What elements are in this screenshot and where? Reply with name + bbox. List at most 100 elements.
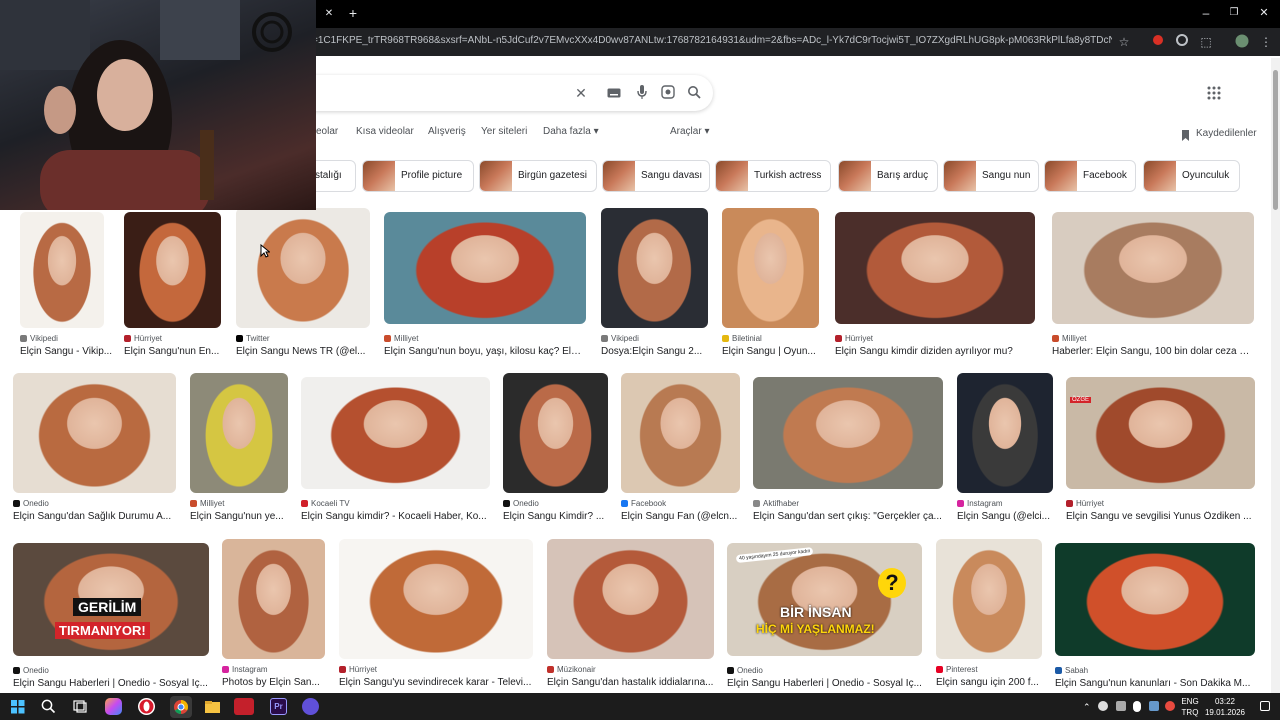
result-source[interactable]: Hürriyet xyxy=(124,334,162,343)
tray-chevron-icon[interactable]: ⌃ xyxy=(1083,702,1091,712)
close-window-icon[interactable]: ✕ xyxy=(1256,5,1272,21)
result-image[interactable] xyxy=(222,539,325,659)
result-source[interactable]: Milliyet xyxy=(1052,334,1086,343)
bookmark-star-icon[interactable]: ☆ xyxy=(1116,34,1132,50)
chip[interactable]: Sangu nun xyxy=(943,160,1039,192)
lang-top[interactable]: ENG xyxy=(1180,697,1200,707)
result-image[interactable] xyxy=(20,212,104,328)
result-image[interactable] xyxy=(601,208,708,328)
result-image[interactable] xyxy=(1055,543,1255,656)
result-source[interactable]: Vikipedi xyxy=(20,334,58,343)
result-title[interactable]: Elçin sangu için 200 f... xyxy=(936,677,1039,688)
copilot-icon[interactable] xyxy=(105,698,122,715)
result-title[interactable]: Elçin Sangu'dan hastalık iddialarına... xyxy=(547,677,713,688)
tab-tools[interactable]: Araçlar ▾ xyxy=(670,126,709,137)
chip[interactable]: Facebook xyxy=(1044,160,1136,192)
file-explorer-icon[interactable] xyxy=(204,698,221,715)
chip[interactable]: Turkish actress xyxy=(715,160,831,192)
result-source[interactable]: Twitter xyxy=(236,334,270,343)
tab-more[interactable]: Daha fazla ▾ xyxy=(543,126,599,137)
result-image[interactable] xyxy=(957,373,1053,493)
result-title[interactable]: Elçin Sangu'nun ye... xyxy=(190,511,284,522)
result-title[interactable]: Elçin Sangu Fan (@elcn... xyxy=(621,511,737,522)
search-taskbar-icon[interactable] xyxy=(40,698,57,715)
result-source[interactable]: Hürriyet xyxy=(1066,499,1104,508)
keyboard-icon[interactable] xyxy=(606,85,622,101)
browser-menu-icon[interactable]: ⋮ xyxy=(1258,34,1274,50)
result-title[interactable]: Elçin Sangu Haberleri | Onedio - Sosyal … xyxy=(727,678,922,689)
clear-search-icon[interactable]: ✕ xyxy=(573,85,589,101)
result-image[interactable] xyxy=(384,212,586,324)
result-source[interactable]: Milliyet xyxy=(384,334,418,343)
result-image[interactable] xyxy=(13,373,176,493)
result-source[interactable]: Instagram xyxy=(222,665,268,674)
windows-start-icon[interactable] xyxy=(9,698,26,715)
result-source[interactable]: Aktifhaber xyxy=(753,499,799,508)
close-tab-icon[interactable]: ✕ xyxy=(321,6,337,22)
result-image[interactable] xyxy=(753,377,943,489)
opera-icon[interactable] xyxy=(138,698,155,715)
result-source[interactable]: Vikipedi xyxy=(601,334,639,343)
tray-app-icon-4[interactable] xyxy=(1165,701,1175,711)
result-title[interactable]: Elçin Sangu'dan sert çıkış: "Gerçekler ç… xyxy=(753,511,942,522)
result-image[interactable] xyxy=(835,212,1035,324)
result-image[interactable] xyxy=(190,373,288,493)
scrollbar-thumb[interactable] xyxy=(1273,70,1278,210)
result-source[interactable]: Müzikonair xyxy=(547,665,596,674)
result-source[interactable]: Kocaeli TV xyxy=(301,499,350,508)
result-image[interactable] xyxy=(1052,212,1254,324)
lens-icon[interactable] xyxy=(660,85,676,101)
tray-app-icon-2[interactable] xyxy=(1116,701,1126,711)
result-title[interactable]: Elçin Sangu kimdir? - Kocaeli Haber, Ko.… xyxy=(301,511,487,522)
chrome-icon[interactable] xyxy=(170,696,192,718)
search-input[interactable]: ✕ xyxy=(300,75,713,111)
saved-link[interactable]: Kaydedilenler xyxy=(1196,128,1257,139)
result-title[interactable]: Elçin Sangu | Oyun... xyxy=(722,346,816,357)
result-title[interactable]: Haberler: Elçin Sangu, 100 bin dolar cez… xyxy=(1052,346,1254,357)
tray-app-icon-1[interactable] xyxy=(1098,701,1108,711)
premiere-icon[interactable]: Pr xyxy=(270,698,287,715)
result-image[interactable] xyxy=(236,208,370,328)
result-source[interactable]: Onedio xyxy=(13,499,49,508)
google-apps-icon[interactable] xyxy=(1207,86,1221,100)
result-title[interactable]: Elçin Sangu'yu sevindirecek karar - Tele… xyxy=(339,677,531,688)
result-title[interactable]: Elçin Sangu'dan Sağlık Durumu A... xyxy=(13,511,171,522)
extensions-puzzle-icon[interactable]: ⬚ xyxy=(1198,34,1214,50)
search-icon[interactable] xyxy=(686,85,702,101)
result-source[interactable]: Onedio xyxy=(13,666,49,675)
notification-icon[interactable] xyxy=(1260,701,1270,711)
result-source[interactable]: Hürriyet xyxy=(339,665,377,674)
saved-icon[interactable] xyxy=(1181,128,1191,141)
result-image[interactable] xyxy=(621,373,740,493)
result-source[interactable]: Milliyet xyxy=(190,499,224,508)
restore-icon[interactable]: ❐ xyxy=(1226,5,1242,21)
chip[interactable]: Birgün gazetesi xyxy=(479,160,597,192)
result-title[interactable]: Elçin Sangu (@elci... xyxy=(957,511,1050,522)
new-tab-icon[interactable]: + xyxy=(345,5,361,21)
profile-avatar-icon[interactable] xyxy=(1234,34,1250,50)
clock-date[interactable]: 19.01.2026 xyxy=(1200,708,1250,718)
extension-red-icon[interactable] xyxy=(1150,34,1166,50)
result-title[interactable]: Elçin Sangu'nun boyu, yaşı, kilosu kaç? … xyxy=(384,346,586,357)
tab-videos[interactable]: eolar xyxy=(316,126,338,137)
minimize-icon[interactable]: – xyxy=(1198,5,1214,21)
microphone-icon[interactable] xyxy=(634,85,650,101)
page-scrollbar[interactable] xyxy=(1271,58,1280,693)
chip[interactable]: Oyunculuk xyxy=(1143,160,1240,192)
result-source[interactable]: Pinterest xyxy=(936,665,978,674)
chip[interactable]: Sangu davası xyxy=(602,160,710,192)
task-view-icon[interactable] xyxy=(72,698,89,715)
result-image[interactable] xyxy=(339,539,533,659)
result-image[interactable] xyxy=(547,539,714,659)
result-source[interactable]: Instagram xyxy=(957,499,1003,508)
result-image[interactable] xyxy=(124,212,221,328)
result-image[interactable] xyxy=(503,373,608,493)
tray-app-icon-3[interactable] xyxy=(1149,701,1159,711)
result-title[interactable]: Elçin Sangu'nun kanunları - Son Dakika M… xyxy=(1055,678,1250,689)
result-title[interactable]: Photos by Elçin San... xyxy=(222,677,320,688)
result-image[interactable] xyxy=(936,539,1042,659)
result-title[interactable]: Elçin Sangu Kimdir? ... xyxy=(503,511,604,522)
clock-time[interactable]: 03:22 xyxy=(1200,697,1250,707)
chip[interactable]: Profile picture xyxy=(362,160,474,192)
result-title[interactable]: Elçin Sangu'nun En... xyxy=(124,346,219,357)
